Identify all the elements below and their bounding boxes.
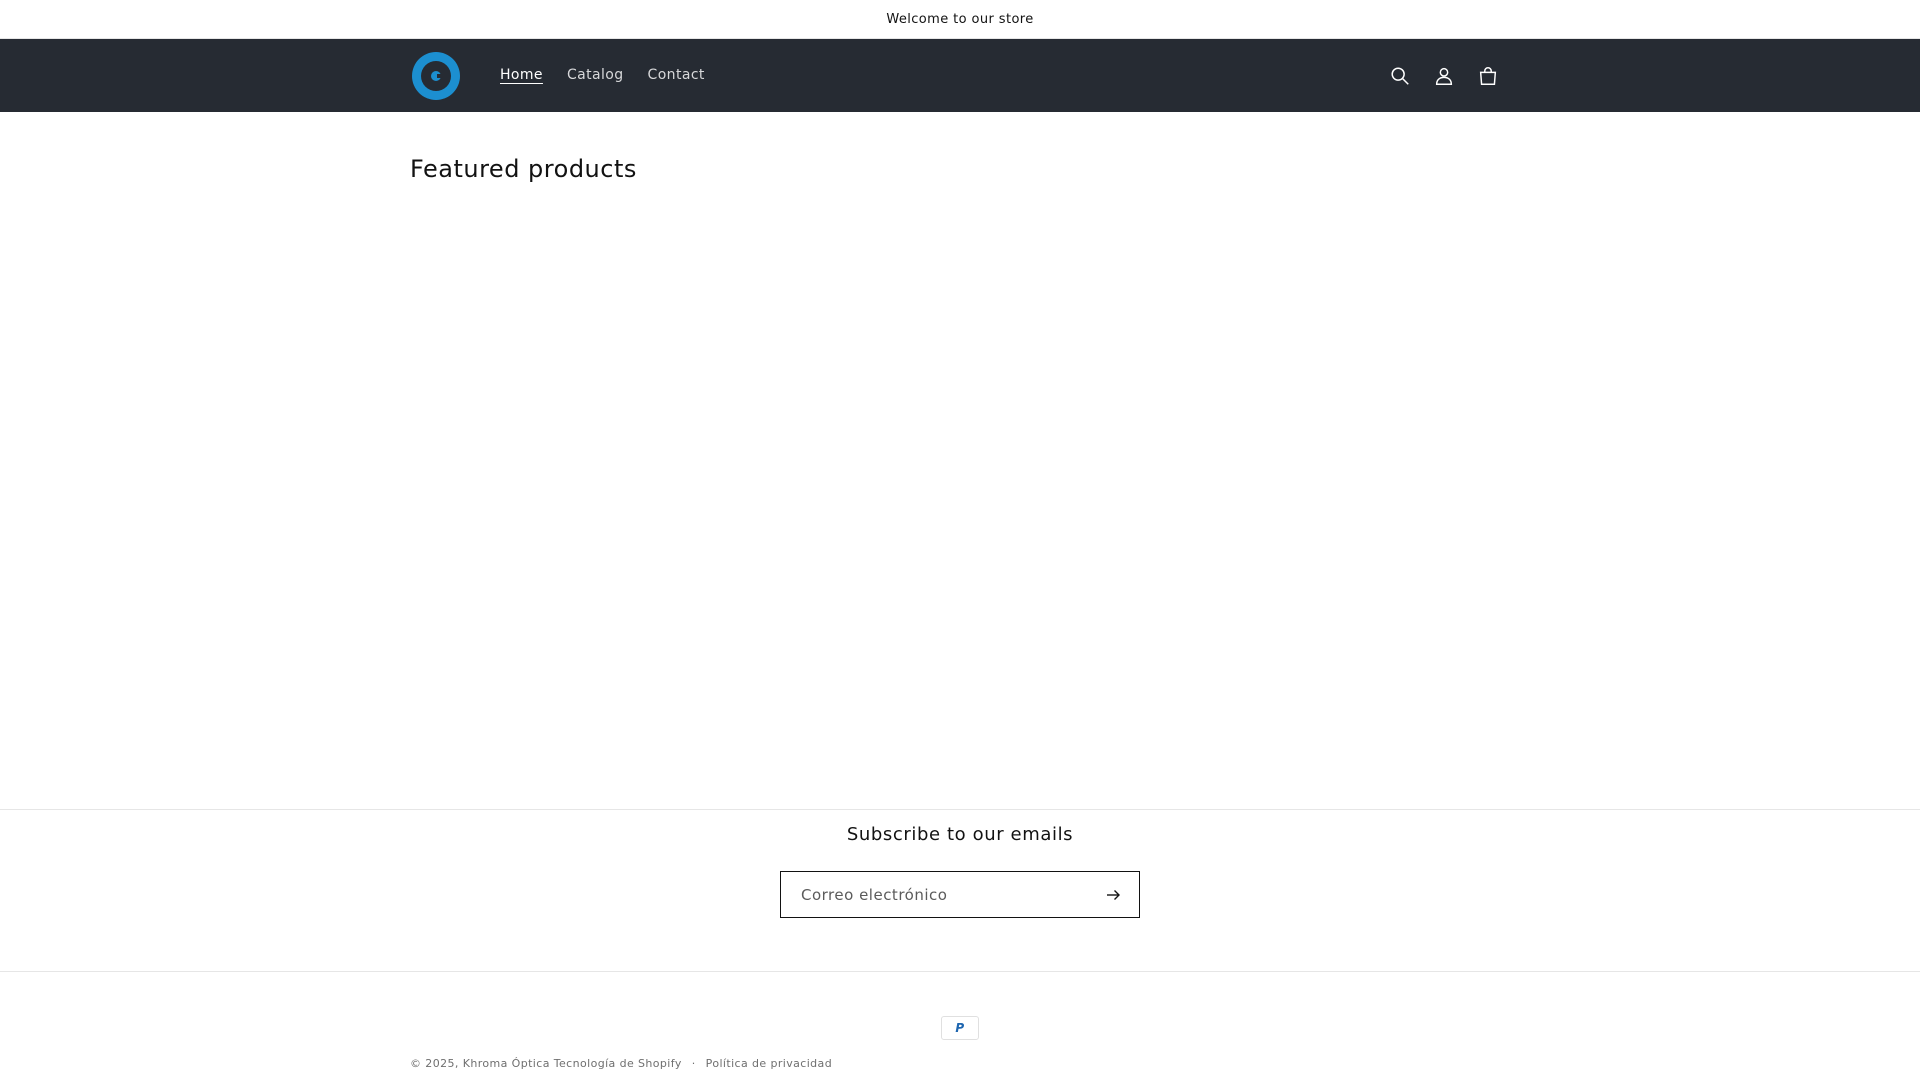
cart-button[interactable] xyxy=(1470,58,1506,94)
footer-separator: · xyxy=(691,1057,696,1070)
store-name-link[interactable]: Khroma Óptica xyxy=(463,1057,550,1070)
search-button[interactable] xyxy=(1382,58,1418,94)
paypal-mark: P xyxy=(955,1021,965,1035)
paypal-payment-icon: P xyxy=(941,1016,979,1040)
site-header: Home Catalog Contact xyxy=(0,39,1920,112)
featured-products-title: Featured products xyxy=(410,155,637,183)
nav-catalog[interactable]: Catalog xyxy=(555,39,636,112)
search-icon xyxy=(1391,66,1409,85)
main-nav: Home Catalog Contact xyxy=(488,39,717,112)
email-input[interactable] xyxy=(781,885,1091,904)
nav-contact[interactable]: Contact xyxy=(636,39,717,112)
arrow-right-icon xyxy=(1107,889,1120,900)
privacy-policy-link[interactable]: Política de privacidad xyxy=(706,1057,832,1070)
powered-by-link[interactable]: Tecnología de Shopify xyxy=(554,1057,682,1070)
nav-home[interactable]: Home xyxy=(488,39,555,112)
copyright-prefix: © 2025, xyxy=(410,1057,459,1070)
footer-copyright: © 2025, Khroma Óptica Tecnología de Shop… xyxy=(410,1057,832,1070)
announcement-text: Welcome to our store xyxy=(886,11,1034,27)
account-button[interactable] xyxy=(1426,58,1462,94)
account-icon xyxy=(1435,67,1453,85)
newsletter-form xyxy=(780,871,1140,918)
footer-divider xyxy=(0,971,1920,972)
announcement-bar: Welcome to our store xyxy=(0,0,1920,39)
subscribe-button[interactable] xyxy=(1091,872,1135,917)
newsletter-top-divider xyxy=(0,809,1920,810)
store-logo[interactable] xyxy=(412,51,460,100)
newsletter-title: Subscribe to our emails xyxy=(846,824,1074,845)
cart-icon xyxy=(1479,66,1497,85)
